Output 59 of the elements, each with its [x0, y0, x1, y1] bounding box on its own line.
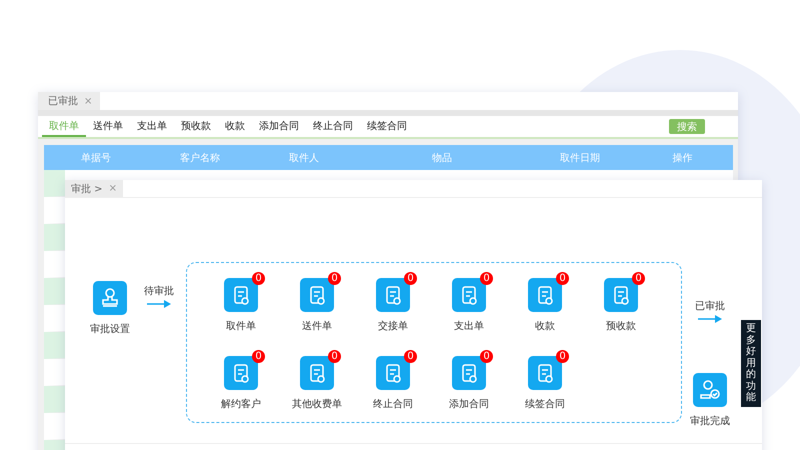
item-label: 送件单 — [302, 320, 332, 333]
document-icon[interactable] — [224, 278, 258, 312]
count-badge: 0 — [252, 350, 265, 363]
page-tab[interactable]: 审批 > × — [65, 180, 123, 197]
item-label: 收款 — [535, 320, 555, 333]
column-header: 客户名称 — [179, 152, 221, 164]
count-badge: 0 — [480, 350, 493, 363]
nav-tab[interactable]: 送件单 — [86, 116, 130, 137]
right-arrow-icon — [147, 300, 171, 308]
document-icon[interactable] — [604, 278, 638, 312]
document-icon[interactable] — [300, 278, 334, 312]
node-label: 审批设置 — [90, 322, 130, 336]
document-icon[interactable] — [452, 278, 486, 312]
document-icon[interactable] — [528, 356, 562, 390]
document-icon[interactable] — [300, 356, 334, 390]
item-label: 取件单 — [226, 320, 256, 333]
side-tag[interactable]: 更多好用的功能 — [741, 320, 761, 406]
document-icon[interactable] — [224, 356, 258, 390]
count-badge: 0 — [556, 272, 569, 285]
nav-tab[interactable]: 终止合同 — [306, 116, 360, 137]
arrow-label: 已审批 — [695, 300, 725, 313]
nav-tab[interactable]: 添加合同 — [252, 116, 306, 137]
document-icon[interactable] — [376, 278, 410, 312]
document-icon[interactable] — [528, 278, 562, 312]
item-label: 续签合同 — [525, 398, 565, 411]
count-badge: 0 — [328, 272, 341, 285]
right-arrow-icon — [698, 315, 722, 323]
column-header: 取件日期 — [559, 152, 601, 164]
count-badge: 0 — [252, 272, 265, 285]
tab-label: 已审批 — [48, 94, 78, 108]
node-label: 审批完成 — [690, 414, 730, 428]
user-check-icon[interactable] — [693, 373, 727, 407]
item-label: 解约客户 — [221, 398, 261, 411]
nav-tab[interactable]: 续签合同 — [360, 116, 414, 137]
nav-tab[interactable]: 预收款 — [174, 116, 218, 137]
item-label: 支出单 — [454, 320, 484, 333]
count-badge: 0 — [404, 350, 417, 363]
item-label: 预收款 — [606, 320, 636, 333]
count-badge: 0 — [632, 272, 645, 285]
page-tab[interactable]: 已审批 × — [38, 92, 100, 110]
stamp-icon[interactable] — [93, 281, 127, 315]
item-label: 交接单 — [378, 320, 408, 333]
column-header: 取件人 — [288, 152, 320, 164]
count-badge: 0 — [480, 272, 493, 285]
document-icon[interactable] — [376, 356, 410, 390]
nav-tab[interactable]: 支出单 — [130, 116, 174, 137]
tab-label: 审批 > — [71, 182, 103, 196]
arrow-label: 待审批 — [144, 284, 174, 298]
count-badge: 0 — [556, 350, 569, 363]
item-label: 添加合同 — [449, 398, 489, 411]
item-label: 其他收费单 — [292, 398, 342, 411]
count-badge: 0 — [404, 272, 417, 285]
nav-tab[interactable]: 收款 — [218, 116, 252, 137]
item-label: 终止合同 — [373, 398, 413, 411]
column-header: 操作 — [672, 152, 694, 164]
column-header: 物品 — [431, 152, 453, 164]
column-header: 单据号 — [80, 152, 112, 164]
document-icon[interactable] — [452, 356, 486, 390]
count-badge: 0 — [328, 350, 341, 363]
